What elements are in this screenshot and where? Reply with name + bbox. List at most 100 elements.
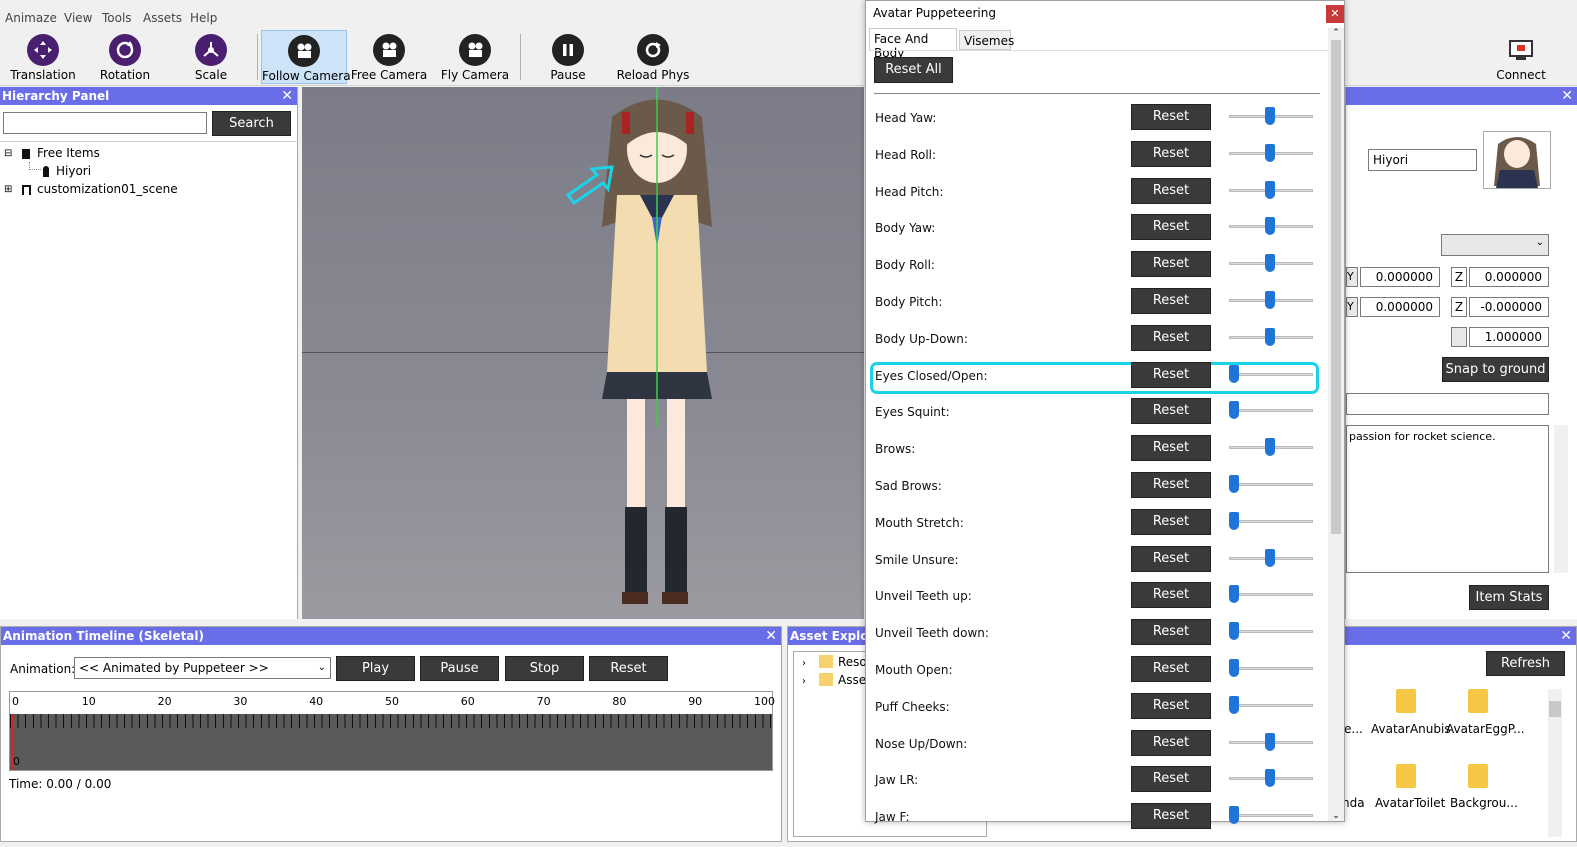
slider-thumb[interactable] [1265,327,1275,346]
tab-face-and-body[interactable]: Face And Body [869,28,957,60]
slider-track[interactable] [1229,630,1313,634]
slider-thumb[interactable] [1229,401,1239,420]
slider-track[interactable] [1229,409,1313,413]
slider-thumb[interactable] [1229,622,1239,641]
expand-icon[interactable]: ⊟ [4,148,12,159]
slider-thumb[interactable] [1229,659,1239,677]
fly-camera-button[interactable]: Fly Camera [432,30,518,84]
slider-reset-button[interactable]: Reset [1131,361,1211,388]
slider-track[interactable] [1229,593,1313,597]
menu-assets[interactable]: Assets [143,11,182,25]
hierarchy-search-input[interactable] [3,112,207,134]
dialog-scrollbar[interactable]: ⌃ ⌄ [1328,28,1344,821]
scrollbar[interactable] [1548,689,1562,837]
rotation-y-field[interactable]: 0.000000 [1360,297,1440,317]
slider-thumb[interactable] [1265,254,1275,273]
folder-icon[interactable] [1396,764,1416,788]
slider-thumb[interactable] [1265,732,1275,751]
slider-track[interactable] [1229,483,1313,486]
scale-field[interactable]: 1.000000 [1469,327,1549,347]
refresh-button[interactable]: Refresh [1486,651,1565,676]
chevron-right-icon[interactable]: › [802,676,806,687]
menu-help[interactable]: Help [190,11,217,25]
slider-track[interactable] [1229,667,1313,670]
free-camera-button[interactable]: Free Camera [346,30,432,84]
slider-reset-button[interactable]: Reset [1131,398,1211,425]
close-icon[interactable]: ✕ [281,87,293,105]
scrollbar-thumb[interactable] [1331,40,1341,534]
slider-reset-button[interactable]: Reset [1131,508,1211,535]
follow-camera-button[interactable]: Follow Camera [261,30,351,84]
reload-phys-button[interactable]: Reload Phys [610,30,696,84]
description-textarea[interactable]: passion for rocket science. [1346,425,1549,573]
position-z-field[interactable]: 0.000000 [1469,267,1549,287]
slider-reset-button[interactable]: Reset [1131,656,1211,682]
slider-reset-button[interactable]: Reset [1131,324,1211,351]
tree-item-hiyori[interactable]: Hiyori [56,164,91,178]
slider-track[interactable] [1229,372,1313,376]
slider-thumb[interactable] [1265,769,1275,788]
timeline-track[interactable]: 0 0 10 20 30 40 50 60 70 80 90 100 [9,691,775,771]
translation-button[interactable]: Translation [0,30,86,84]
hierarchy-search-button[interactable]: Search [212,111,291,136]
connect-button[interactable]: Connect [1478,30,1564,84]
position-y-field[interactable]: 0.000000 [1360,267,1440,287]
slider-reset-button[interactable]: Reset [1131,435,1211,462]
asset-item-label[interactable]: AvatarEggP... [1446,722,1525,736]
slider-reset-button[interactable]: Reset [1131,729,1211,756]
slider-reset-button[interactable]: Reset [1131,582,1211,609]
slider-reset-button[interactable]: Reset [1131,104,1211,130]
play-button[interactable]: Play [336,656,415,681]
slider-track[interactable] [1229,814,1313,818]
slider-track[interactable] [1229,703,1313,707]
avatar-name-field[interactable]: Hiyori [1368,149,1477,171]
slider-thumb[interactable] [1229,695,1239,714]
animation-select[interactable]: << Animated by Puppeteer >> ⌄ [74,657,331,679]
slider-thumb[interactable] [1229,364,1239,383]
folder-icon[interactable] [1468,764,1488,788]
close-icon[interactable]: ✕ [765,627,777,645]
slider-reset-button[interactable]: Reset [1131,766,1211,793]
close-icon[interactable]: ✕ [1326,5,1344,23]
slider-reset-button[interactable]: Reset [1131,545,1211,572]
asset-item-label[interactable]: e... [1344,722,1363,736]
menu-view[interactable]: View [64,11,92,25]
slider-reset-button[interactable]: Reset [1131,619,1211,646]
slider-thumb[interactable] [1229,511,1239,530]
dropdown-select[interactable]: ⌄ [1441,234,1549,256]
rotation-button[interactable]: Rotation [82,30,168,84]
chevron-down-icon[interactable]: ⌄ [1328,811,1344,821]
pause-anim-button[interactable]: Pause [420,656,499,681]
stop-button[interactable]: Stop [505,656,584,681]
rotation-z-field[interactable]: -0.000000 [1469,297,1549,317]
tree-item-scene[interactable]: customization01_scene [37,182,178,196]
slider-reset-button[interactable]: Reset [1131,288,1211,314]
close-icon[interactable]: ✕ [1560,627,1572,645]
slider-thumb[interactable] [1229,806,1239,825]
close-icon[interactable]: ✕ [1561,87,1573,105]
slider-thumb[interactable] [1229,475,1239,493]
slider-reset-button[interactable]: Reset [1131,692,1211,719]
item-stats-button[interactable]: Item Stats [1469,585,1549,610]
slider-reset-button[interactable]: Reset [1131,472,1211,498]
menu-tools[interactable]: Tools [102,11,132,25]
pause-button[interactable]: Pause [525,30,611,84]
tree-item-free-items[interactable]: Free Items [37,146,100,160]
slider-thumb[interactable] [1265,438,1275,457]
slider-thumb[interactable] [1265,217,1275,236]
snap-to-ground-button[interactable]: Snap to ground [1442,357,1549,382]
slider-thumb[interactable] [1265,143,1275,162]
asset-item-label[interactable]: AvatarAnubis [1371,722,1451,736]
slider-reset-button[interactable]: Reset [1131,177,1211,204]
menu-animaze[interactable]: Animaze [5,11,57,25]
tab-visemes[interactable]: Visemes [959,30,1014,50]
reset-anim-button[interactable]: Reset [589,656,668,681]
asset-item-label[interactable]: nda [1342,796,1365,810]
slider-reset-button[interactable]: Reset [1131,140,1211,167]
folder-icon[interactable] [1468,689,1488,713]
3d-viewport[interactable] [302,87,864,619]
chevron-up-icon[interactable]: ⌃ [1328,28,1344,38]
slider-thumb[interactable] [1265,291,1275,309]
slider-thumb[interactable] [1265,107,1275,125]
folder-icon[interactable] [1396,689,1416,713]
